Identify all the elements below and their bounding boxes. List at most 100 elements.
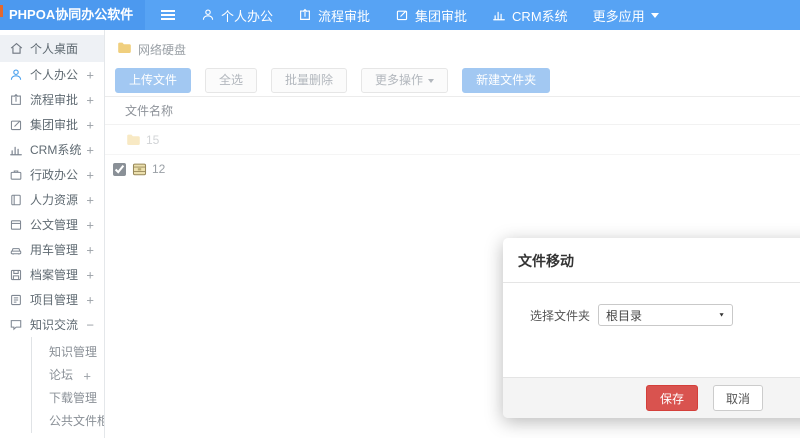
nav-crm-system[interactable]: CRM系统 xyxy=(492,6,568,25)
sidebar-subitem-forum[interactable]: 论坛 + xyxy=(32,364,104,387)
expand-toggle[interactable]: + xyxy=(86,92,94,107)
edit-icon xyxy=(8,117,24,133)
nav-group-approval[interactable]: 集团审批 xyxy=(395,6,467,25)
sidebar-item-label: 流程审批 xyxy=(30,93,79,107)
caret-down-icon: ▼ xyxy=(718,312,726,318)
sidebar-subitem-label: 公共文件柜 xyxy=(49,414,105,428)
expand-toggle[interactable]: + xyxy=(86,117,94,132)
car-icon xyxy=(8,242,24,258)
sidebar-item-label: 项目管理 xyxy=(30,293,79,307)
sidebar-item-archive-mgmt[interactable]: 档案管理 + xyxy=(0,262,104,287)
sidebar-subitem-knowledge-mgmt[interactable]: 知识管理 xyxy=(32,341,104,364)
modal-header: 文件移动 xyxy=(503,238,800,283)
nav-label: CRM系统 xyxy=(512,8,568,24)
sidebar-item-label: 公文管理 xyxy=(30,218,79,232)
batch-delete-button[interactable]: 批量删除 xyxy=(271,68,348,93)
edit-icon xyxy=(395,8,409,22)
select-all-button[interactable]: 全选 xyxy=(205,68,258,93)
nav-personal-office[interactable]: 个人办公 xyxy=(201,6,273,25)
more-actions-label: 更多操作 xyxy=(375,73,424,87)
person-icon xyxy=(201,8,215,22)
sidebar-subitem-label: 下载管理 xyxy=(49,391,98,405)
briefcase-icon xyxy=(8,167,24,183)
folder-select-value: 根目录 xyxy=(606,308,643,323)
folder-icon xyxy=(117,41,132,57)
sidebar-item-label: 个人桌面 xyxy=(30,42,79,56)
new-folder-button[interactable]: 新建文件夹 xyxy=(462,68,551,93)
sidebar: 个人桌面 个人办公 + 流程审批 + 集团审批 + CRM系统 + 行政办公 +… xyxy=(0,30,105,438)
modal-footer: 保存 取消 xyxy=(503,377,800,418)
expand-toggle[interactable]: + xyxy=(86,267,94,282)
file-table: 文件名称 15 12 xyxy=(105,96,800,183)
more-actions-button[interactable]: 更多操作 xyxy=(361,68,449,93)
share-icon xyxy=(8,92,24,108)
nav-more-apps[interactable]: 更多应用 xyxy=(593,6,659,25)
expand-toggle[interactable]: + xyxy=(86,67,94,82)
notification-sliver xyxy=(0,5,3,17)
sidebar-item-label: 用车管理 xyxy=(30,243,79,257)
sidebar-item-personal-desktop[interactable]: 个人桌面 xyxy=(0,35,104,62)
folder-icon xyxy=(126,133,141,146)
sidebar-item-crm[interactable]: CRM系统 + xyxy=(0,137,104,162)
home-icon xyxy=(8,41,24,57)
file-name-link[interactable]: 12 xyxy=(152,162,165,176)
project-icon xyxy=(8,292,24,308)
expand-toggle[interactable]: + xyxy=(86,217,94,232)
sidebar-item-admin-office[interactable]: 行政办公 + xyxy=(0,162,104,187)
expand-toggle[interactable]: + xyxy=(86,292,94,307)
expand-toggle[interactable]: + xyxy=(86,167,94,182)
sidebar-item-document-mgmt[interactable]: 公文管理 + xyxy=(0,212,104,237)
caret-down-icon xyxy=(650,12,659,22)
upload-file-button[interactable]: 上传文件 xyxy=(115,68,192,93)
save-button[interactable]: 保存 xyxy=(646,385,699,411)
sidebar-item-personal-office[interactable]: 个人办公 + xyxy=(0,62,104,87)
sidebar-item-hr[interactable]: 人力资源 + xyxy=(0,187,104,212)
sidebar-item-label: 集团审批 xyxy=(30,118,79,132)
sidebar-item-label: 个人办公 xyxy=(30,68,79,82)
expand-toggle[interactable]: + xyxy=(86,142,94,157)
book-icon xyxy=(8,192,24,208)
sidebar-item-knowledge-exchange[interactable]: 知识交流 − xyxy=(0,312,104,337)
file-checkbox[interactable] xyxy=(113,162,126,176)
sidebar-item-group-approval[interactable]: 集团审批 + xyxy=(0,112,104,137)
sidebar-subitem-public-file-cabinet[interactable]: 公共文件柜 xyxy=(32,410,104,433)
chat-icon xyxy=(8,317,24,333)
file-name-link[interactable]: 15 xyxy=(146,133,159,147)
sidebar-item-label: 档案管理 xyxy=(30,268,79,282)
sidebar-item-label: 行政办公 xyxy=(30,168,79,182)
hamburger-menu-icon[interactable] xyxy=(161,8,175,22)
archive-icon xyxy=(132,163,147,176)
expand-toggle[interactable]: + xyxy=(83,364,91,387)
save-icon xyxy=(8,267,24,283)
top-nav: 个人办公 流程审批 集团审批 CRM系统 更多应用 xyxy=(201,0,684,30)
collapse-toggle[interactable]: − xyxy=(86,317,94,332)
file-name-column-header: 文件名称 xyxy=(105,97,800,125)
chart-icon xyxy=(8,142,24,158)
folder-select[interactable]: 根目录 ▼ xyxy=(598,304,734,326)
expand-toggle[interactable]: + xyxy=(86,192,94,207)
share-icon xyxy=(298,8,312,22)
expand-toggle[interactable]: + xyxy=(86,242,94,257)
sidebar-item-vehicle-mgmt[interactable]: 用车管理 + xyxy=(0,237,104,262)
file-row-folder-15[interactable]: 15 xyxy=(105,125,800,155)
sidebar-submenu: 知识管理 论坛 + 下载管理 公共文件柜 xyxy=(31,337,104,433)
sidebar-item-workflow-approval[interactable]: 流程审批 + xyxy=(0,87,104,112)
sidebar-subitem-label: 论坛 xyxy=(49,368,74,382)
breadcrumb[interactable]: 网络硬盘 xyxy=(117,40,800,58)
top-header: PHPOA协同办公软件 个人办公 流程审批 集团审批 CRM系统 更多应用 xyxy=(0,0,800,30)
app-logo: PHPOA协同办公软件 xyxy=(0,0,145,30)
breadcrumb-label: 网络硬盘 xyxy=(138,42,187,57)
chart-icon xyxy=(492,8,506,22)
nav-workflow-approval[interactable]: 流程审批 xyxy=(298,6,370,25)
sidebar-subitem-label: 知识管理 xyxy=(49,345,98,359)
sidebar-subitem-download-mgmt[interactable]: 下载管理 xyxy=(32,387,104,410)
file-toolbar: 上传文件 全选 批量删除 更多操作 新建文件夹 xyxy=(115,68,800,93)
nav-label: 更多应用 xyxy=(592,8,645,24)
cancel-button[interactable]: 取消 xyxy=(713,385,764,411)
sidebar-item-label: 人力资源 xyxy=(30,193,79,207)
sidebar-item-project-mgmt[interactable]: 项目管理 + xyxy=(0,287,104,312)
document-icon xyxy=(8,217,24,233)
person-icon xyxy=(8,67,24,83)
file-row-file-12[interactable]: 12 xyxy=(105,155,800,183)
file-move-modal: 文件移动 选择文件夹 根目录 ▼ 保存 取消 xyxy=(503,238,800,418)
